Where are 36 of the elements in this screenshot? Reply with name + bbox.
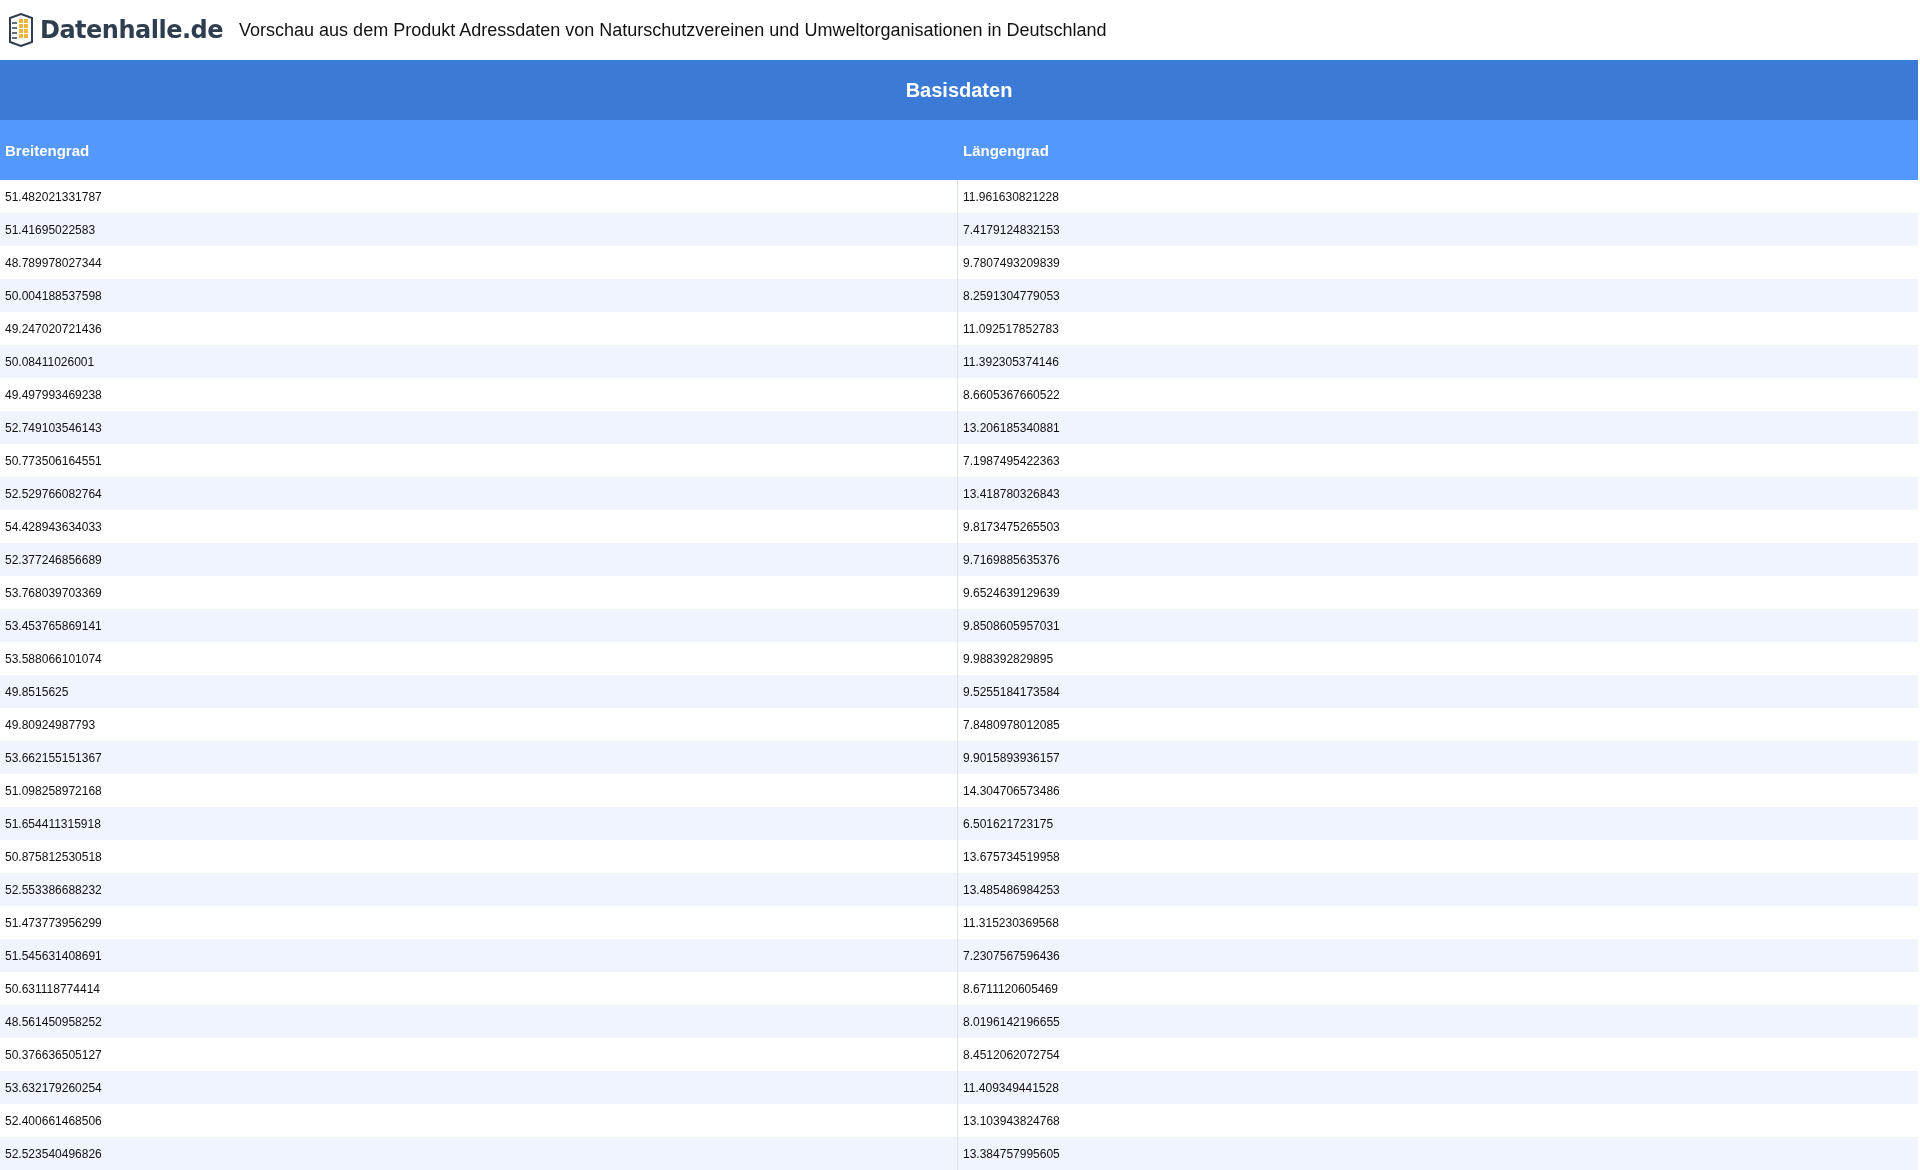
table-cell: 7.2307567596436 <box>958 939 1918 972</box>
table-cell: 51.41695022583 <box>0 213 958 246</box>
table-cell: 6.501621723175 <box>958 807 1918 840</box>
table-cell: 51.654411315918 <box>0 807 958 840</box>
table-cell: 7.4179124832153 <box>958 213 1918 246</box>
logo-text[interactable]: Datenhalle.de <box>40 16 224 44</box>
table-cell: 9.9015893936157 <box>958 741 1918 774</box>
table-cell: 13.384757995605 <box>958 1137 1918 1170</box>
table-cell: 49.8515625 <box>0 675 958 708</box>
table-cell: 8.2591304779053 <box>958 279 1918 312</box>
table-cell: 9.5255184173584 <box>958 675 1918 708</box>
table-cell: 13.418780326843 <box>958 477 1918 510</box>
table-cell: 9.7169885635376 <box>958 543 1918 576</box>
table-cell: 52.749103546143 <box>0 411 958 444</box>
table-cell: 50.08411026001 <box>0 345 958 378</box>
logo-icon <box>6 13 36 47</box>
table-cell: 13.206185340881 <box>958 411 1918 444</box>
table-cell: 52.553386688232 <box>0 873 958 906</box>
page-title: Vorschau aus dem Produkt Adressdaten von Naturschutzvereinen und Umweltorganisationen in Deutschland <box>239 19 1107 41</box>
table-cell: 52.377246856689 <box>0 543 958 576</box>
table-cell: 53.632179260254 <box>0 1071 958 1104</box>
table-cell: 9.8508605957031 <box>958 609 1918 642</box>
column-header: Längengrad <box>958 120 1918 180</box>
table-cell: 11.409349441528 <box>958 1071 1918 1104</box>
table-cell: 52.529766082764 <box>0 477 958 510</box>
table-cell: 51.545631408691 <box>0 939 958 972</box>
table-cell: 50.004188537598 <box>0 279 958 312</box>
table-cell: 13.485486984253 <box>958 873 1918 906</box>
table-caption: Basisdaten <box>0 60 1918 120</box>
table-cell: 11.392305374146 <box>958 345 1918 378</box>
table-cell: 8.0196142196655 <box>958 1005 1918 1038</box>
table-cell: 52.523540496826 <box>0 1137 958 1170</box>
table-cell: 53.453765869141 <box>0 609 958 642</box>
table-cell: 53.662155151367 <box>0 741 958 774</box>
column-header: Breitengrad <box>0 120 958 180</box>
table-cell: 48.561450958252 <box>0 1005 958 1038</box>
